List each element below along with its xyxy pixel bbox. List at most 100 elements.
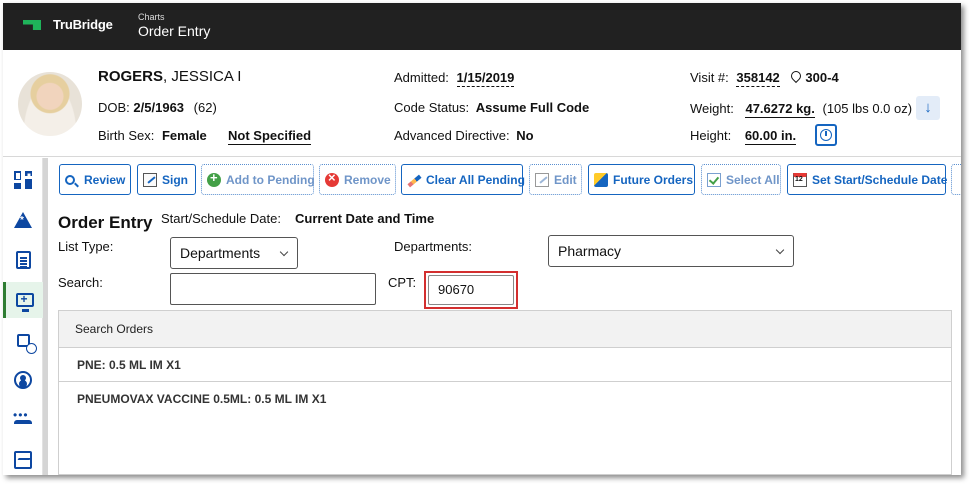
order-row[interactable]: PNEUMOVAX VACCINE 0.5ML: 0.5 ML IM X1	[59, 382, 951, 416]
trubridge-logo-icon	[23, 18, 43, 31]
cpt-input[interactable]	[428, 275, 514, 305]
clear-all-pending-button[interactable]: Clear All Pending	[401, 164, 525, 195]
departments-label: Departments:	[394, 239, 473, 254]
checkbox-icon	[707, 172, 721, 187]
sign-icon	[143, 172, 157, 187]
breadcrumb-parent[interactable]: Charts	[138, 12, 210, 23]
advanced-directive-label: Advanced Directive:	[394, 128, 510, 143]
sidebar-item-documents[interactable]	[3, 242, 43, 278]
start-date-value: Current Date and Time	[295, 211, 435, 226]
birth-sex-label: Birth Sex:	[98, 128, 155, 143]
future-orders-button[interactable]: Future Orders	[588, 164, 695, 195]
brand-name: TruBridge	[53, 17, 113, 32]
brand-logo[interactable]: TruBridge	[23, 17, 113, 32]
height: Height: 60.00 in.	[690, 128, 797, 145]
sidebar-item-person[interactable]	[3, 362, 43, 398]
search-orders-header: Search Orders	[59, 311, 951, 348]
patient-banner: ROGERS, JESSICA I DOB: 2/5/1963 (62) Bir…	[3, 50, 961, 157]
departments-value: Pharmacy	[558, 243, 622, 259]
more-toolbar-button[interactable]	[951, 164, 961, 195]
sidebar	[3, 158, 48, 475]
review-label: Review	[84, 172, 126, 187]
document-icon	[15, 251, 31, 269]
order-entry-title: Order Entry	[58, 213, 153, 232]
sidebar-item-schedule[interactable]	[3, 322, 43, 358]
order-row[interactable]: PNE: 0.5 ML IM X1	[59, 348, 951, 382]
search-orders-panel: Search Orders PNE: 0.5 ML IM X1 PNEUMOVA…	[58, 310, 952, 475]
set-start-label: Set Start/Schedule Date	[812, 172, 948, 187]
expand-banner-button[interactable]: ↓	[916, 96, 940, 120]
set-start-schedule-date-button[interactable]: Set Start/Schedule Date	[787, 164, 948, 195]
alert-triangle-icon	[14, 212, 32, 228]
height-label: Height:	[690, 128, 732, 143]
age-value: (62)	[193, 100, 217, 115]
breadcrumb: Charts Order Entry	[138, 12, 210, 40]
patient-dob: DOB: 2/5/1963 (62)	[98, 100, 217, 115]
advanced-directive-value: No	[516, 128, 534, 143]
patient-first-name: , JESSICA I	[163, 68, 242, 85]
sidebar-item-order-entry[interactable]	[3, 282, 43, 318]
code-status-label: Code Status:	[394, 100, 470, 115]
room: 300-4	[791, 70, 838, 85]
admitted-value[interactable]: 1/15/2019	[456, 70, 515, 87]
edit-label: Edit	[554, 172, 577, 187]
top-bar: TruBridge Charts Order Entry	[3, 3, 961, 50]
admitted-label: Admitted:	[394, 70, 449, 85]
departments-select[interactable]: Pharmacy	[548, 235, 794, 267]
sidebar-item-people[interactable]	[3, 402, 43, 438]
advanced-directive: Advanced Directive: No	[394, 128, 534, 143]
patient-name: ROGERS, JESSICA I	[98, 68, 241, 85]
cpt-label: CPT:	[388, 275, 417, 290]
search-input[interactable]	[170, 273, 376, 305]
list-type-label: List Type:	[58, 239, 114, 254]
chevron-down-icon	[279, 247, 289, 257]
code-status: Code Status: Assume Full Code	[394, 100, 589, 115]
sign-label: Sign	[162, 172, 188, 187]
remove-button[interactable]: Remove	[319, 164, 396, 195]
sidebar-item-vitals[interactable]	[3, 442, 43, 475]
code-status-value: Assume Full Code	[475, 100, 590, 115]
room-value: 300-4	[805, 70, 839, 85]
start-date-label: Start/Schedule Date:	[161, 211, 281, 226]
list-type-value: Departments	[180, 245, 261, 261]
arrow-down-icon: ↓	[924, 99, 932, 116]
eraser-icon	[407, 173, 421, 187]
edit-button[interactable]: Edit	[529, 164, 582, 195]
page-title: Order Entry	[138, 23, 211, 39]
schedule-icon	[16, 333, 37, 354]
patient-avatar	[18, 72, 82, 136]
weight-value[interactable]: 47.6272 kg.	[745, 101, 815, 118]
weight: Weight: 47.6272 kg. (105 lbs 0.0 oz)	[690, 101, 912, 118]
patient-last-name: ROGERS	[98, 68, 164, 85]
order-entry-icon	[15, 292, 34, 312]
location-pin-icon	[791, 71, 801, 83]
chevron-down-icon	[775, 245, 785, 255]
future-orders-label: Future Orders	[613, 172, 694, 187]
admitted: Admitted: 1/15/2019	[394, 70, 515, 87]
birth-sex-value: Female	[161, 128, 207, 143]
sign-button[interactable]: Sign	[137, 164, 196, 195]
dob-label: DOB:	[98, 100, 130, 115]
list-type-select[interactable]: Departments	[170, 237, 298, 269]
gender-identity-link[interactable]: Not Specified	[228, 128, 312, 145]
clear-all-pending-label: Clear All Pending	[426, 172, 525, 187]
calendar-icon	[793, 172, 807, 187]
remove-icon	[325, 170, 339, 187]
select-all-label: Select All	[726, 172, 780, 187]
sidebar-item-dashboard[interactable]	[3, 162, 43, 198]
visit-value[interactable]: 358142	[736, 70, 780, 87]
sidebar-item-alerts[interactable]	[3, 202, 43, 238]
app-window: TruBridge Charts Order Entry ROGERS, JES…	[3, 3, 961, 475]
person-icon	[14, 371, 32, 389]
dashboard-icon	[14, 171, 32, 189]
edit-icon	[535, 172, 549, 187]
review-button[interactable]: Review	[59, 164, 131, 195]
gender-identity-value[interactable]: Not Specified	[228, 128, 312, 145]
vitals-icon	[14, 451, 32, 469]
visit-number: Visit #: 358142 300-4	[690, 70, 839, 87]
select-all-button[interactable]: Select All	[701, 164, 781, 195]
dob-value: 2/5/1963	[133, 100, 185, 115]
add-to-pending-button[interactable]: Add to Pending	[201, 164, 315, 195]
history-clock-button[interactable]	[815, 124, 837, 146]
height-value[interactable]: 60.00 in.	[744, 128, 797, 145]
